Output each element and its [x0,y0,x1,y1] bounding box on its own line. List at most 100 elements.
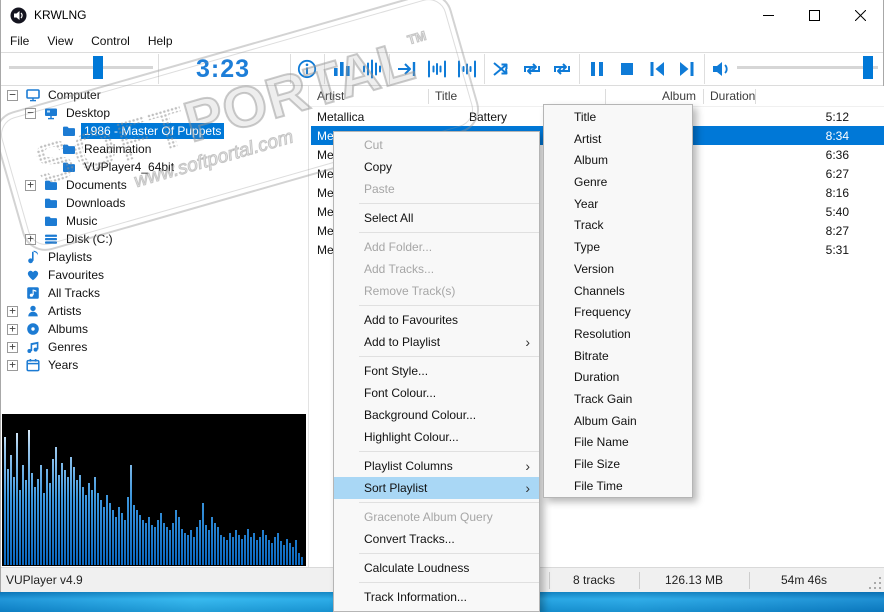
submenu-item[interactable]: File Name [544,432,692,454]
context-menu-item[interactable]: Convert Tracks... [334,528,539,550]
tree-item[interactable]: − Computer [1,86,308,104]
seek-slider[interactable] [9,56,153,79]
seek-slider-handle[interactable] [93,56,103,79]
tree-item[interactable]: + Documents [1,176,308,194]
submenu-item[interactable]: Type [544,237,692,259]
context-menu-item[interactable]: Sort Playlist [334,477,539,499]
tree-expander-icon[interactable]: + [25,179,36,191]
volume-button[interactable] [707,54,737,84]
context-menu-item[interactable]: Remove Track(s) [334,280,539,302]
volume-slider-handle[interactable] [863,56,873,79]
context-menu-item[interactable]: Select All [334,207,539,229]
submenu-item[interactable]: Version [544,259,692,281]
tree-item[interactable]: All Tracks [1,284,308,302]
tree-item[interactable]: 1986 - Master Of Puppets [1,122,308,140]
submenu-item[interactable]: Channels [544,281,692,303]
tree-item[interactable]: Reanimation [1,140,308,158]
submenu-item[interactable]: Genre [544,172,692,194]
context-menu-item[interactable]: Track Information... [334,586,539,608]
submenu-item[interactable]: File Time [544,476,692,497]
submenu-item[interactable]: Year [544,194,692,216]
submenu-item[interactable]: Album Gain [544,411,692,433]
separator [389,54,390,84]
volume-slider[interactable] [737,56,878,79]
submenu-item[interactable]: Bitrate [544,346,692,368]
submenu-item[interactable]: Artist [544,129,692,151]
tree-item[interactable]: VUPlayer4_64bit [1,158,308,176]
menubar-item[interactable]: File [1,30,38,52]
context-menu-item[interactable]: Add Folder... [334,236,539,258]
volume-icon [710,58,734,80]
context-menu-item[interactable]: Copy [334,156,539,178]
context-menu-item[interactable]: Playlist Columns [334,455,539,477]
close-button[interactable] [837,0,883,30]
title-bar[interactable]: KRWLNG [1,0,883,30]
tree-item[interactable]: + Years [1,356,308,374]
tree-item[interactable]: + Genres [1,338,308,356]
submenu-item[interactable]: Track [544,215,692,237]
tree-expander-icon[interactable]: + [7,359,18,371]
context-menu-item[interactable]: Font Colour... [334,382,539,404]
submenu-item[interactable]: Resolution [544,324,692,346]
repeat-all-button[interactable] [547,54,577,84]
tree-expander-icon[interactable]: − [25,107,36,119]
submenu-item[interactable]: Duration [544,367,692,389]
skip-end-button[interactable] [392,54,422,84]
column-header[interactable]: Album [606,88,704,104]
folder-icon [44,178,58,192]
previous-button[interactable] [642,54,672,84]
tree-item[interactable]: Favourites [1,266,308,284]
maximize-button[interactable] [791,0,837,30]
column-header[interactable]: Artist [311,88,429,104]
context-menu-item[interactable]: Add Tracks... [334,258,539,280]
tree-item[interactable]: Playlists [1,248,308,266]
tree-item[interactable]: − Desktop [1,104,308,122]
tree-expander-icon[interactable]: − [7,89,18,101]
context-menu-item[interactable]: Highlight Colour... [334,426,539,448]
menubar-item[interactable]: Control [82,30,139,52]
oscilloscope-button[interactable] [357,54,387,84]
crossfade-button[interactable] [422,54,452,84]
tree-item[interactable]: + Albums [1,320,308,338]
context-menu-item[interactable]: Cut [334,134,539,156]
pause-button[interactable] [582,54,612,84]
menubar-item[interactable]: View [38,30,82,52]
tree-expander-icon[interactable]: + [7,323,18,335]
context-menu-item[interactable]: Gracenote Album Query [334,506,539,528]
context-menu-item[interactable]: Add to Favourites [334,309,539,331]
repeat-track-button[interactable]: 1 [517,54,547,84]
spectrum-button[interactable] [327,54,357,84]
context-menu-item[interactable]: Add to Playlist [334,331,539,353]
context-menu-item[interactable]: Background Colour... [334,404,539,426]
context-menu-item[interactable]: Calculate Loudness [334,557,539,579]
context-menu-item[interactable]: Paste [334,178,539,200]
context-menu-item[interactable]: Font Style... [334,360,539,382]
tree-expander-icon[interactable]: + [7,305,18,317]
column-header[interactable]: Title [429,88,606,104]
tree-item[interactable]: + Artists [1,302,308,320]
stop-button[interactable] [612,54,642,84]
next-button[interactable] [672,54,702,84]
submenu-item[interactable]: Track Gain [544,389,692,411]
submenu-item[interactable]: Frequency [544,302,692,324]
tree-expander-icon[interactable]: + [7,341,18,353]
tree-item[interactable]: Downloads [1,194,308,212]
tree-expander-icon[interactable]: + [25,233,36,245]
tree-item[interactable]: + Disk (C:) [1,230,308,248]
tree-item-label: Albums [48,322,89,336]
tree-item[interactable]: Music [1,212,308,230]
resize-grip[interactable] [867,575,881,589]
menu-item-label: Cut [364,138,383,152]
column-header[interactable]: Duration [704,88,757,104]
stop-icon [616,58,638,80]
tracks-icon [26,286,40,300]
minimize-button[interactable] [745,0,791,30]
submenu-item[interactable]: File Size [544,454,692,476]
submenu-item[interactable]: Title [544,107,692,129]
info-button[interactable] [292,54,322,84]
menu-item-label: Add Folder... [364,240,433,254]
submenu-item[interactable]: Album [544,150,692,172]
gapless-button[interactable] [452,54,482,84]
menubar-item[interactable]: Help [139,30,182,52]
shuffle-button[interactable] [487,54,517,84]
